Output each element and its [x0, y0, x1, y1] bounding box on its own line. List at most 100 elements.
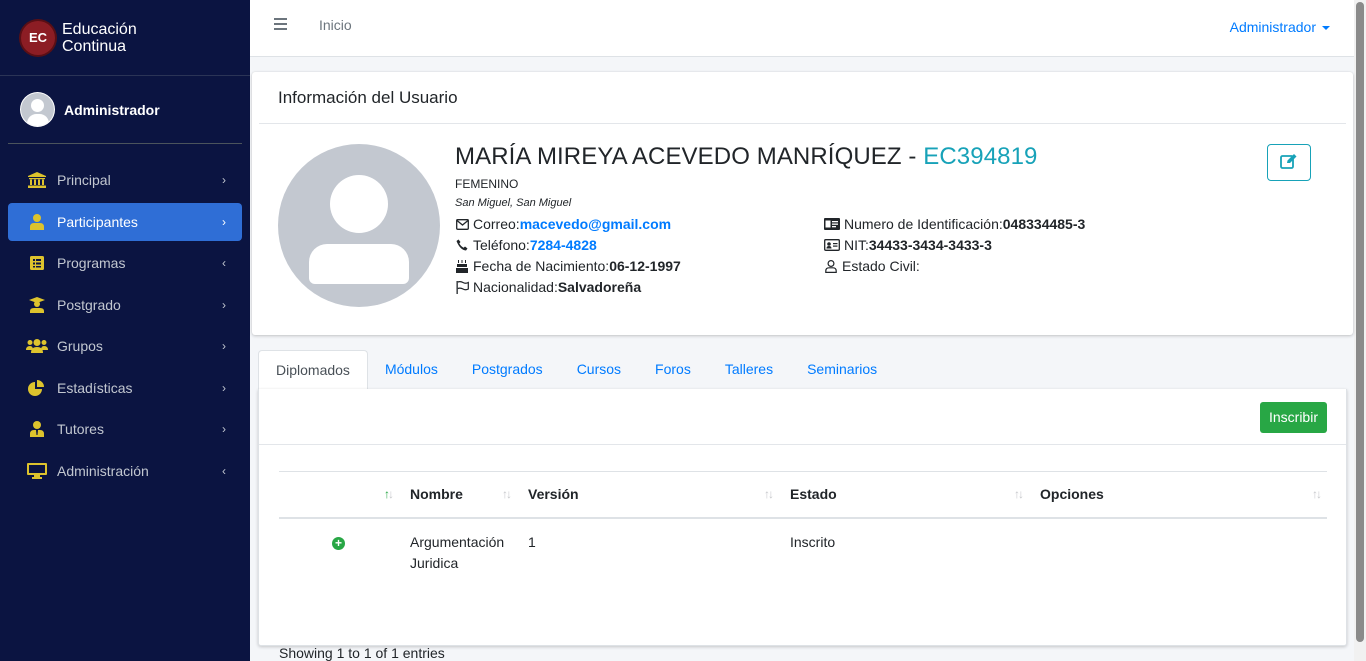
nit-label: NIT:	[844, 237, 869, 253]
brand-logo: EC	[21, 20, 55, 55]
chevron-right-icon: ›	[222, 422, 226, 436]
nav-label: Administración	[57, 462, 149, 479]
admin-dropdown-label: Administrador	[1229, 19, 1316, 35]
diplomados-table: ↑↓ Nombre ↑↓ Versión ↑↓ Estado ↑↓ Opciones ↑…	[279, 471, 1327, 581]
caret-down-icon	[1322, 26, 1330, 31]
nav-label: Participantes	[57, 213, 138, 230]
chevron-right-icon: ›	[222, 297, 226, 312]
profile-picture	[278, 144, 440, 307]
user-icon	[26, 213, 48, 231]
nit-row: NIT: 34433-3434-3433-3	[824, 237, 992, 253]
page-scrollbar[interactable]	[1354, 0, 1366, 661]
column-header-version[interactable]: Versión ↑↓	[517, 471, 779, 519]
sidebar-item-principal[interactable]: Principal ›	[8, 161, 242, 199]
tab-modulos[interactable]: Módulos	[368, 350, 455, 390]
desktop-icon	[26, 462, 48, 480]
edit-icon	[1280, 153, 1298, 172]
nav-label: Grupos	[57, 338, 103, 354]
phone-label: Teléfono:	[473, 237, 530, 253]
edit-button[interactable]	[1267, 144, 1311, 181]
users-icon	[26, 337, 48, 355]
column-header-estado[interactable]: Estado ↑↓	[779, 471, 1029, 519]
scrollbar-thumb[interactable]	[1356, 2, 1364, 642]
tutor-icon	[26, 420, 48, 438]
tab-foros[interactable]: Foros	[638, 350, 708, 390]
sort-icon: ↑↓	[1014, 487, 1024, 501]
chevron-right-icon: ›	[222, 380, 226, 395]
birth-row: Fecha de Nacimiento: 06-12-1997	[455, 258, 681, 274]
nationality-label: Nacionalidad:	[473, 279, 558, 295]
id-value: 048334485-3	[1002, 216, 1086, 232]
nav-label: Postgrado	[57, 296, 121, 313]
participant-fullname: MARÍA MIREYA ACEVEDO MANRÍQUEZ -	[455, 143, 924, 170]
birth-label: Fecha de Nacimiento:	[473, 258, 610, 274]
column-label: Estado	[790, 486, 837, 503]
column-header-opciones[interactable]: Opciones ↑↓	[1029, 471, 1327, 519]
sidebar-item-administracion[interactable]: Administración ‹	[8, 452, 242, 490]
sidebar-item-programas[interactable]: Programas ‹	[8, 244, 242, 282]
tab-cursos[interactable]: Cursos	[560, 350, 638, 390]
sidebar-item-tutores[interactable]: Tutores ›	[8, 410, 242, 448]
admin-dropdown[interactable]: Administrador	[1230, 19, 1330, 35]
enrollments-card: Diplomados Módulos Postgrados Cursos For…	[258, 350, 1347, 661]
participant-code: EC394819	[923, 143, 1038, 170]
top-navbar: Inicio Administrador	[250, 0, 1354, 57]
cell-version: 1	[528, 533, 536, 550]
table-info: Showing 1 to 1 of 1 entries	[279, 645, 445, 661]
column-header-control[interactable]: ↑↓	[279, 471, 399, 519]
civil-label: Estado Civil:	[842, 258, 920, 274]
bank-icon	[26, 171, 48, 189]
user-panel[interactable]: Administrador	[8, 76, 242, 144]
home-link[interactable]: Inicio	[319, 17, 352, 33]
expand-plus-icon[interactable]: +	[332, 536, 345, 550]
sort-icon: ↑↓	[502, 487, 512, 501]
row-control: +	[279, 518, 399, 581]
civil-row: Estado Civil:	[824, 258, 920, 274]
graduate-icon	[26, 296, 48, 314]
brand-text: Educación Continua	[62, 21, 137, 55]
nit-value: 34433-3434-3433-3	[868, 237, 992, 253]
phone-icon	[455, 238, 469, 252]
chevron-right-icon: ›	[222, 173, 226, 187]
sidebar-item-estadisticas[interactable]: Estadísticas ›	[8, 369, 242, 407]
tab-diplomados[interactable]: Diplomados	[258, 350, 368, 390]
chevron-left-icon: ‹	[222, 463, 226, 478]
inscribir-button[interactable]: Inscribir	[1260, 402, 1327, 433]
nationality-row: Nacionalidad: Salvadoreña	[455, 279, 641, 295]
sort-icon: ↑↓	[1312, 487, 1322, 501]
id-card-icon	[824, 217, 840, 231]
email-link[interactable]: macevedo@gmail.com	[520, 216, 671, 232]
participant-gender: FEMENINO	[455, 177, 519, 191]
birthday-cake-icon	[455, 259, 469, 273]
tab-postgrados[interactable]: Postgrados	[455, 350, 560, 390]
phone-link[interactable]: 7284-4828	[530, 237, 597, 253]
sidebar-item-postgrado[interactable]: Postgrado ›	[8, 286, 242, 324]
brand-line1: Educación	[62, 20, 137, 38]
tab-talleres[interactable]: Talleres	[708, 350, 790, 390]
column-label: Nombre	[410, 486, 463, 503]
divider	[259, 123, 1346, 124]
menu-toggle-icon[interactable]	[274, 18, 287, 31]
nationality-value: Salvadoreña	[557, 279, 642, 295]
avatar	[21, 93, 54, 126]
nav-label: Principal	[57, 172, 111, 188]
brand-line2: Continua	[62, 37, 127, 55]
tab-content: Inscribir ↑↓ Nombre ↑↓ Versión ↑↓ Estado ↑↓…	[258, 389, 1347, 661]
column-header-nombre[interactable]: Nombre ↑↓	[399, 471, 517, 519]
divider	[259, 444, 1346, 445]
envelope-icon	[455, 217, 469, 231]
id-label: Numero de Identificación:	[844, 216, 1003, 232]
sidebar-item-participantes[interactable]: Participantes ›	[8, 202, 242, 241]
cell-opciones	[1029, 518, 1327, 581]
address-card-icon	[824, 238, 840, 252]
phone-row: Teléfono: 7284-4828	[455, 237, 597, 253]
chevron-left-icon: ‹	[222, 256, 226, 270]
pie-chart-icon	[26, 379, 48, 397]
nav-label: Tutores	[57, 421, 104, 437]
tab-seminarios[interactable]: Seminarios	[790, 350, 894, 390]
sort-icon: ↑↓	[764, 487, 774, 501]
brand-link[interactable]: EC Educación Continua	[0, 0, 250, 76]
user-info-card: Información del Usuario MARÍA MIREYA ACE…	[252, 72, 1353, 335]
sidebar-item-grupos[interactable]: Grupos ›	[8, 327, 242, 365]
chevron-right-icon: ›	[222, 214, 226, 229]
